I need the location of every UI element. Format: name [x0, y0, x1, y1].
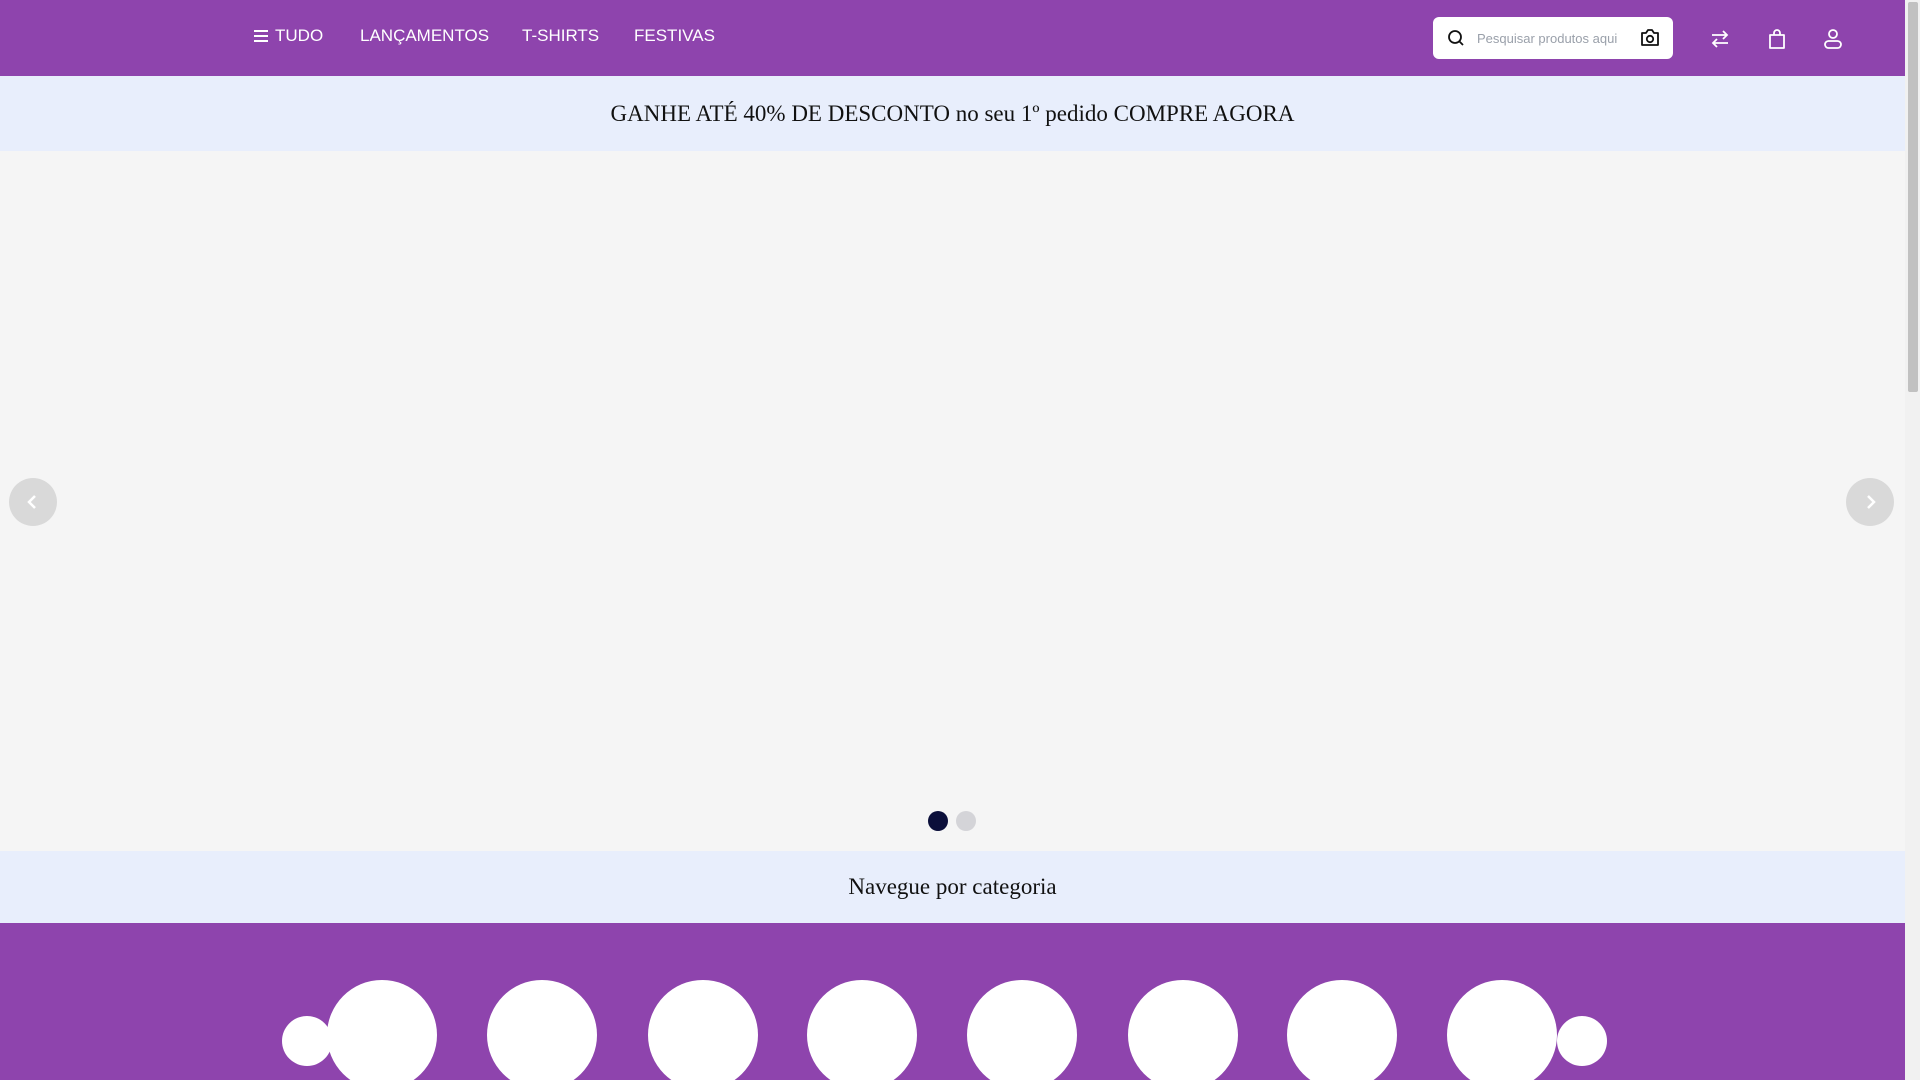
category-item[interactable]: [807, 980, 917, 1080]
category-header: Navegue por categoria: [0, 851, 1905, 923]
hero-slider: [0, 151, 1905, 851]
category-item[interactable]: [1287, 980, 1397, 1080]
category-prev-button[interactable]: [282, 1016, 332, 1066]
nav-label: LANÇAMENTOS: [360, 26, 490, 45]
prev-slide-button[interactable]: [9, 478, 57, 526]
nav-festivas[interactable]: FESTIVAS: [634, 26, 715, 46]
scrollbar-thumb[interactable]: [1908, 2, 1918, 392]
nav-label: T-SHIRTS: [522, 26, 600, 45]
search-box: [1433, 17, 1673, 59]
compare-icon[interactable]: [1708, 27, 1732, 51]
search-icon[interactable]: [1447, 29, 1465, 47]
chevron-right-icon: [1867, 495, 1876, 509]
category-item[interactable]: [487, 980, 597, 1080]
camera-icon[interactable]: [1639, 28, 1661, 48]
page: TUDO LANÇAMENTOS T-SHIRTS FESTIVAS GANHE…: [0, 0, 1905, 1080]
category-item[interactable]: [1128, 980, 1238, 1080]
search-input[interactable]: [1477, 30, 1617, 46]
category-title: Navegue por categoria: [848, 874, 1057, 899]
header: TUDO LANÇAMENTOS T-SHIRTS FESTIVAS: [0, 0, 1905, 76]
slide-dot-2[interactable]: [956, 811, 976, 831]
shopping-bag-icon[interactable]: [1765, 27, 1789, 51]
nav-t-shirts[interactable]: T-SHIRTS: [522, 26, 599, 46]
category-item[interactable]: [1447, 980, 1557, 1080]
nav-label: TUDO: [275, 26, 324, 45]
category-carousel: [0, 923, 1905, 1080]
nav-tudo[interactable]: TUDO: [253, 26, 323, 46]
user-icon[interactable]: [1821, 27, 1845, 51]
category-item[interactable]: [648, 980, 758, 1080]
promo-banner[interactable]: GANHE ATÉ 40% DE DESCONTO no seu 1º pedi…: [0, 76, 1905, 151]
category-item[interactable]: [327, 980, 437, 1080]
slide-dot-1[interactable]: [928, 811, 948, 831]
category-next-button[interactable]: [1557, 1016, 1607, 1066]
menu-icon: [254, 30, 268, 42]
promo-text: GANHE ATÉ 40% DE DESCONTO no seu 1º pedi…: [610, 100, 1295, 126]
nav-label: FESTIVAS: [634, 26, 715, 45]
chevron-left-icon: [27, 495, 36, 509]
scrollbar[interactable]: [1905, 0, 1920, 1080]
next-slide-button[interactable]: [1846, 478, 1894, 526]
nav-lancamentos[interactable]: LANÇAMENTOS: [360, 26, 489, 46]
category-item[interactable]: [967, 980, 1077, 1080]
